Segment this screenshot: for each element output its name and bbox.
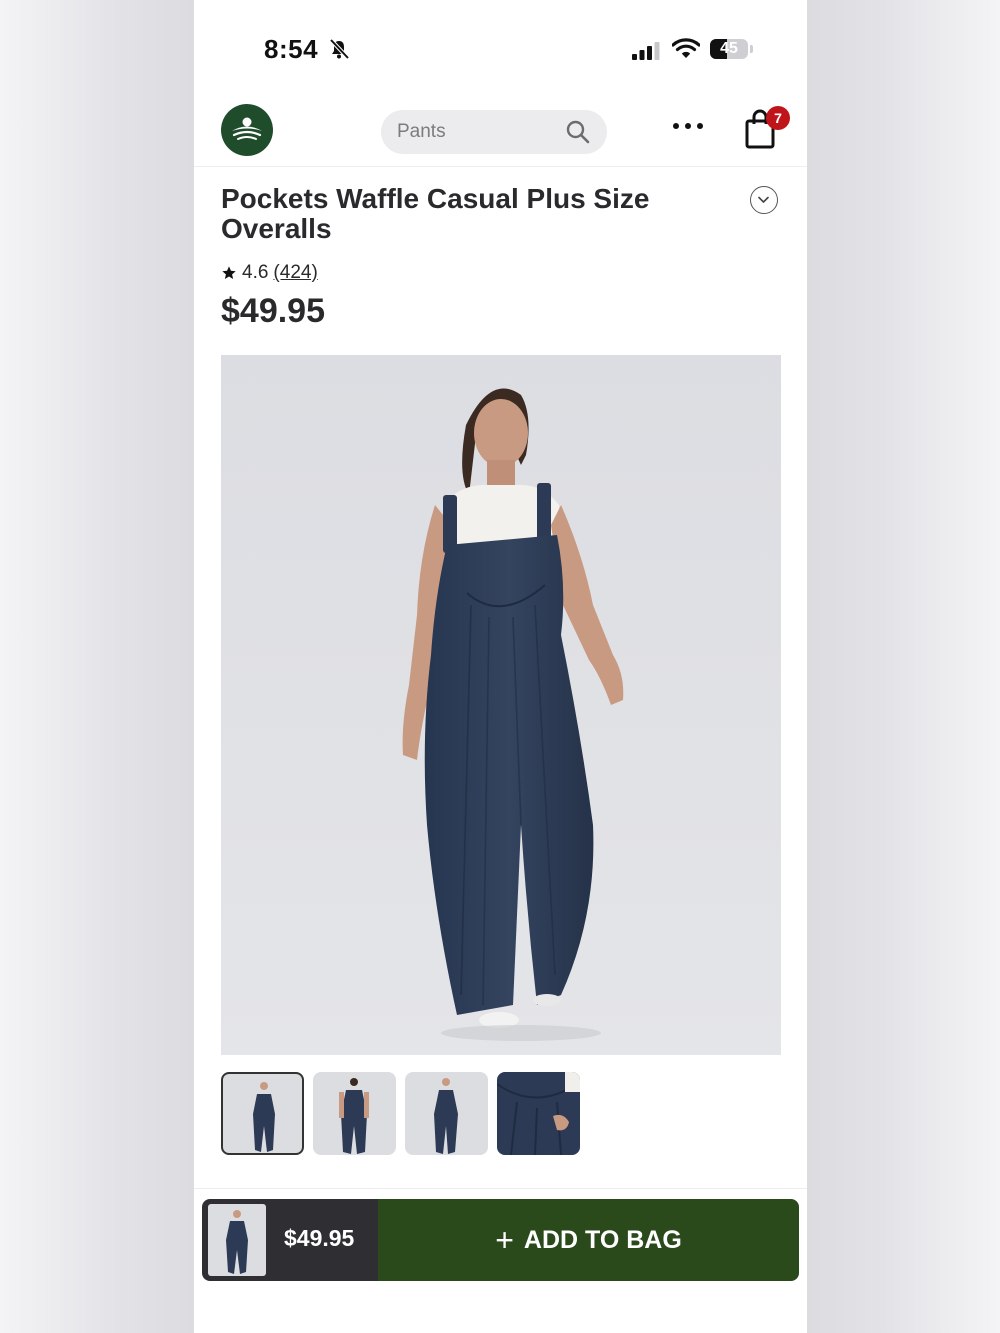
backdrop-left	[0, 0, 194, 1333]
thumbnail-4[interactable]	[497, 1072, 580, 1155]
star-icon	[222, 266, 236, 279]
product-price: $49.95	[221, 292, 325, 330]
review-count-link[interactable]: (424)	[273, 262, 317, 284]
battery-cap	[750, 45, 753, 53]
bottom-price: $49.95	[284, 1225, 355, 1251]
thumbnail-2[interactable]	[313, 1072, 396, 1155]
cart-summary: $49.95	[202, 1199, 378, 1281]
signal-icon	[632, 42, 660, 60]
search-placeholder: Pants	[397, 121, 446, 142]
battery-level: 45	[720, 40, 738, 57]
product-image[interactable]	[221, 355, 781, 1055]
product-rating[interactable]: 4.6 (424)	[221, 262, 318, 284]
status-time: 8:54	[264, 34, 319, 64]
backdrop-right	[806, 0, 1000, 1333]
thumbnail-1[interactable]	[221, 1072, 304, 1155]
plus-icon: +	[495, 1222, 514, 1258]
battery-icon: 45	[710, 39, 748, 59]
search-input[interactable]: Pants	[381, 110, 607, 154]
more-icon[interactable]	[672, 122, 706, 130]
add-to-bag-bar: $49.95 + ADD TO BAG	[202, 1199, 799, 1281]
search-icon[interactable]	[565, 119, 591, 145]
thumbnail-3[interactable]	[405, 1072, 488, 1155]
phone-screen: 8:54 45 Pants 7 Pockets Waffle Casual Pl…	[194, 0, 807, 1333]
bottom-divider	[194, 1188, 807, 1189]
thumbnail-strip	[221, 1072, 580, 1155]
add-to-bag-button[interactable]: + ADD TO BAG	[378, 1199, 799, 1281]
cart-count-badge: 7	[766, 106, 790, 130]
wifi-icon	[672, 38, 700, 58]
add-to-bag-label: ADD TO BAG	[523, 1225, 682, 1254]
cart-product-thumbnail	[208, 1204, 266, 1276]
rating-value: 4.6	[242, 262, 269, 283]
chevron-down-icon[interactable]	[750, 186, 778, 214]
mute-icon	[329, 38, 350, 60]
logo-icon[interactable]	[221, 104, 273, 156]
app-header: Pants 7	[194, 96, 807, 167]
product-title: Pockets Waffle Casual Plus Size Overalls	[221, 183, 650, 244]
